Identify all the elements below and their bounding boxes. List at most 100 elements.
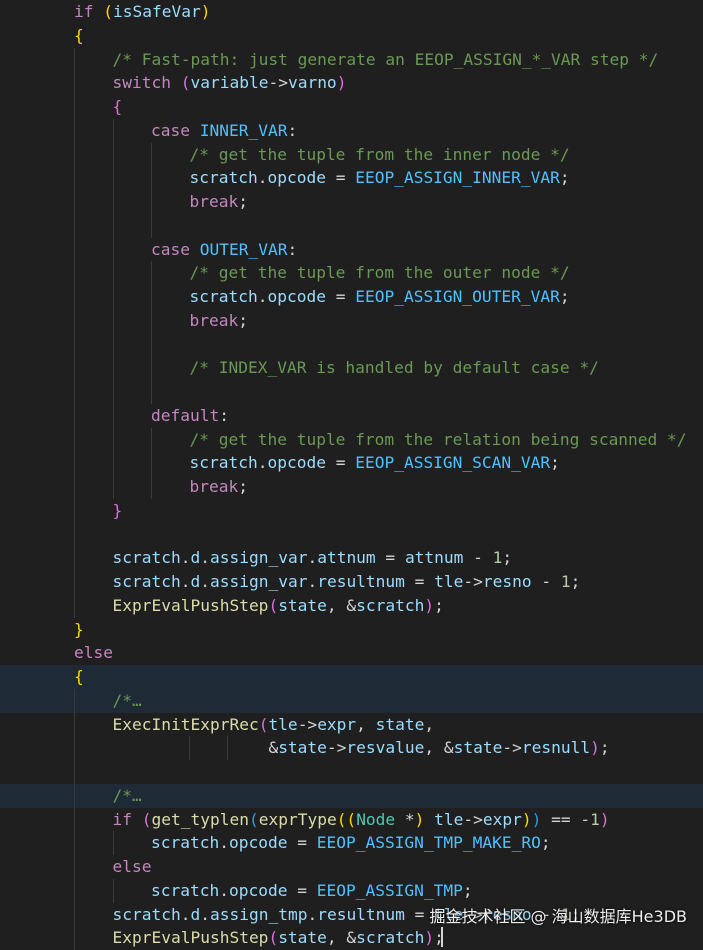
code-line[interactable]: /* get the tuple from the inner node */ xyxy=(0,142,703,167)
code-token: scratch xyxy=(112,572,181,591)
code-line[interactable]: { xyxy=(0,24,703,48)
code-editor[interactable]: if (isSafeVar){/* Fast-path: just genera… xyxy=(0,0,703,950)
code-token: -> xyxy=(463,809,483,829)
code-token: EEOP_ASSIGN_OUTER_VAR xyxy=(355,287,560,306)
code-line[interactable]: /* INDEX_VAR is handled by default case … xyxy=(0,356,703,380)
code-line[interactable]: scratch.opcode = EEOP_ASSIGN_OUTER_VAR; xyxy=(0,285,703,309)
code-line[interactable] xyxy=(0,522,703,547)
code-token: ; xyxy=(434,595,444,615)
watermark: 掘金技术社区 @ 海山数据库He3DB xyxy=(429,907,687,926)
code-token: get_typlen xyxy=(151,809,249,829)
code-line[interactable]: scratch.opcode = EEOP_ASSIGN_TMP; xyxy=(0,878,703,903)
code-line[interactable]: scratch.d.assign_var.attnum = attnum - 1… xyxy=(0,546,703,570)
code-token: 1 xyxy=(560,572,571,591)
indent-guide xyxy=(151,190,152,214)
code-token: ) xyxy=(414,809,425,829)
code-line[interactable]: scratch.d.assign_var.resultnum = tle->re… xyxy=(0,570,703,594)
code-line[interactable]: if (get_typlen(exprType((Node *) tle->ex… xyxy=(0,807,703,832)
code-token: EEOP_ASSIGN_SCAN_VAR xyxy=(355,453,551,473)
code-token: scratch xyxy=(151,880,220,900)
indent-guide xyxy=(74,926,75,950)
indent-guide xyxy=(112,380,114,404)
code-token: scratch xyxy=(189,168,258,188)
code-token: { xyxy=(112,97,123,116)
code-line[interactable]: scratch.opcode = EEOP_ASSIGN_INNER_VAR; xyxy=(0,166,703,190)
code-token: : xyxy=(287,239,298,259)
code-line[interactable]: /*… xyxy=(0,688,703,713)
code-token: . xyxy=(307,572,318,591)
code-token: state xyxy=(278,595,327,615)
code-token: ( xyxy=(258,714,269,734)
code-token: scratch xyxy=(189,453,258,473)
indent-guide xyxy=(74,783,75,808)
code-line[interactable]: else xyxy=(0,641,703,665)
code-line[interactable]: /* get the tuple from the outer node */ xyxy=(0,261,703,285)
code-line[interactable]: else xyxy=(0,855,703,879)
code-token: EEOP_ASSIGN_TMP_MAKE_RO xyxy=(316,833,541,853)
indent-guide xyxy=(74,332,75,357)
code-line[interactable]: default: xyxy=(0,403,703,428)
code-line[interactable]: /*… xyxy=(0,783,703,808)
code-token: = xyxy=(325,287,356,306)
code-token: else xyxy=(74,643,113,663)
code-line[interactable]: ExecInitExprRec(tle->expr, state, xyxy=(0,712,703,737)
code-line[interactable]: scratch.opcode = EEOP_ASSIGN_SCAN_VAR; xyxy=(0,451,703,475)
code-token: = xyxy=(325,453,356,473)
indent-guide xyxy=(151,308,152,333)
code-line[interactable]: } xyxy=(0,498,703,523)
code-line[interactable]: switch (variable->varno) xyxy=(0,71,703,95)
code-token: tle xyxy=(268,714,298,734)
code-token: -> xyxy=(268,73,288,93)
code-line[interactable]: } xyxy=(0,618,703,642)
indent-guide xyxy=(74,237,75,262)
code-token: OUTER_VAR xyxy=(199,239,288,259)
code-line[interactable]: if (isSafeVar) xyxy=(0,0,703,24)
code-line[interactable] xyxy=(0,213,703,238)
code-token: . xyxy=(307,548,318,568)
code-line[interactable]: /* Fast-path: just generate an EEOP_ASSI… xyxy=(0,47,703,72)
code-token: ) xyxy=(336,73,347,93)
code-token: = xyxy=(404,572,435,591)
code-line[interactable]: ExprEvalPushStep(state, &scratch); xyxy=(0,926,703,950)
code-line[interactable]: break; xyxy=(0,308,703,333)
code-line[interactable] xyxy=(0,760,703,784)
code-token: … xyxy=(132,690,142,710)
code-line[interactable]: case OUTER_VAR: xyxy=(0,237,703,262)
code-token: state xyxy=(375,714,425,734)
code-line[interactable]: break; xyxy=(0,475,703,499)
code-token: resultnum xyxy=(317,572,405,591)
indent-guide xyxy=(112,142,114,167)
code-line[interactable]: /* get the tuple from the relation being… xyxy=(0,427,703,452)
code-token: (( xyxy=(336,809,357,829)
code-line[interactable]: scratch.opcode = EEOP_ASSIGN_TMP_MAKE_RO… xyxy=(0,831,703,855)
indent-guide xyxy=(112,118,114,143)
code-line[interactable]: { xyxy=(0,95,703,119)
code-token: ; xyxy=(570,572,581,591)
code-token: ExprEvalPushStep xyxy=(112,928,269,948)
code-line[interactable]: &state->resvalue, &state->resnull); xyxy=(0,736,703,760)
code-token: /* xyxy=(112,690,133,710)
code-token: ) xyxy=(424,928,435,948)
indent-guide xyxy=(74,736,75,760)
code-token: opcode xyxy=(267,168,326,188)
code-line[interactable] xyxy=(0,332,703,357)
code-line[interactable]: { xyxy=(0,665,703,689)
code-token: - xyxy=(463,548,493,568)
indent-guide xyxy=(151,427,152,452)
indent-guide xyxy=(74,356,75,380)
indent-guide xyxy=(151,475,152,499)
code-line[interactable]: ExprEvalPushStep(state, &scratch); xyxy=(0,593,703,618)
code-token: . xyxy=(219,880,229,900)
code-line[interactable] xyxy=(0,380,703,404)
code-token: opcode xyxy=(267,287,326,306)
code-token: EEOP_ASSIGN_TMP xyxy=(316,880,463,900)
indent-guide xyxy=(151,356,152,380)
indent-guide xyxy=(112,831,114,855)
indent-guide xyxy=(74,190,75,214)
code-token: EEOP_ASSIGN_INNER_VAR xyxy=(355,168,560,188)
indent-guide xyxy=(74,498,75,523)
code-line[interactable]: case INNER_VAR: xyxy=(0,118,703,143)
code-line[interactable]: break; xyxy=(0,190,703,214)
